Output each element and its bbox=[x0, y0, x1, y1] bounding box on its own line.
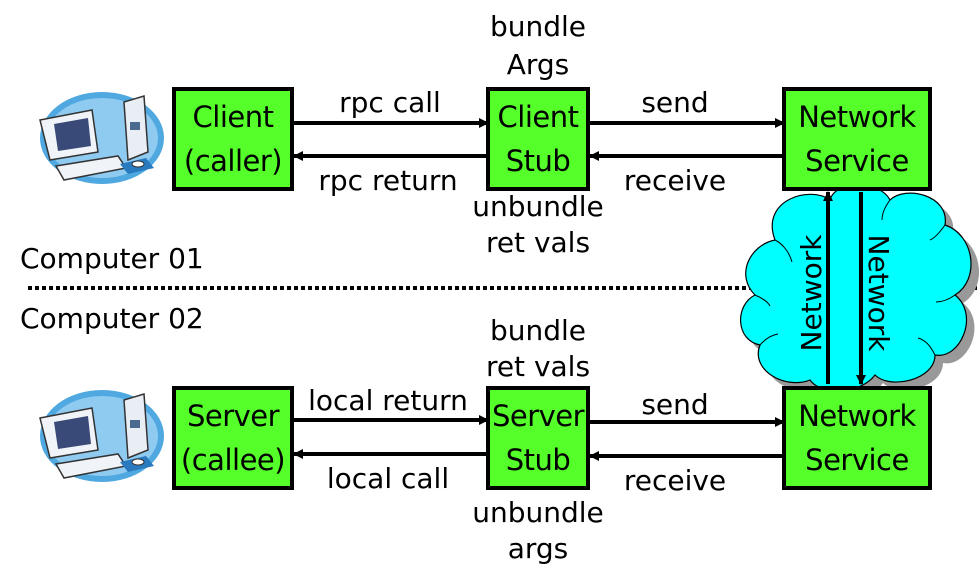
server-stub-above-line1: bundle bbox=[489, 314, 587, 347]
network-up-label: Network bbox=[795, 234, 828, 352]
client-stub-above-line2: Args bbox=[506, 48, 570, 81]
client-stub-below-line2: ret vals bbox=[485, 226, 591, 259]
receive-top-label: receive bbox=[623, 164, 727, 197]
send-top-label: send bbox=[641, 86, 709, 119]
server-stub-box: Server Stub bbox=[486, 386, 590, 490]
client-stub-above-line1: bundle bbox=[489, 10, 587, 43]
network-service-box-bottom: Network Service bbox=[782, 386, 932, 490]
send-bottom-label: send bbox=[641, 388, 709, 421]
receive-bottom-label: receive bbox=[623, 464, 727, 497]
computer-01-label: Computer 01 bbox=[20, 242, 204, 275]
server-stub-above-line2: ret vals bbox=[485, 350, 591, 383]
client-box-line1: Client bbox=[192, 100, 274, 134]
server-stub-line1: Server bbox=[491, 399, 585, 433]
network-down-label: Network bbox=[862, 234, 895, 352]
network-service-bottom-line1: Network bbox=[798, 399, 916, 433]
rpc-call-label: rpc call bbox=[339, 86, 441, 119]
server-stub-below-line1: unbundle bbox=[472, 496, 604, 529]
desktop-computer-icon bbox=[39, 390, 164, 482]
server-stub-below-line2: args bbox=[507, 532, 569, 565]
client-stub-line1: Client bbox=[497, 100, 579, 134]
server-stub-line2: Stub bbox=[505, 443, 571, 477]
network-service-top-line1: Network bbox=[798, 100, 916, 134]
network-service-box-top: Network Service bbox=[782, 87, 932, 191]
server-callee-box: Server (callee) bbox=[172, 386, 294, 490]
network-service-top-line2: Service bbox=[805, 144, 909, 178]
network-service-bottom-line2: Service bbox=[805, 443, 909, 477]
computer-02-label: Computer 02 bbox=[20, 302, 204, 335]
client-caller-box: Client (caller) bbox=[172, 87, 294, 191]
client-stub-below-line1: unbundle bbox=[472, 190, 604, 223]
desktop-computer-icon bbox=[39, 92, 164, 184]
local-call-label: local call bbox=[326, 462, 450, 495]
server-box-line1: Server bbox=[186, 399, 280, 433]
client-stub-box: Client Stub bbox=[486, 87, 590, 191]
client-stub-line2: Stub bbox=[505, 144, 571, 178]
rpc-return-label: rpc return bbox=[318, 164, 458, 197]
local-return-label: local return bbox=[308, 384, 468, 417]
server-box-line2: (callee) bbox=[180, 443, 286, 477]
client-box-line2: (caller) bbox=[183, 144, 283, 178]
